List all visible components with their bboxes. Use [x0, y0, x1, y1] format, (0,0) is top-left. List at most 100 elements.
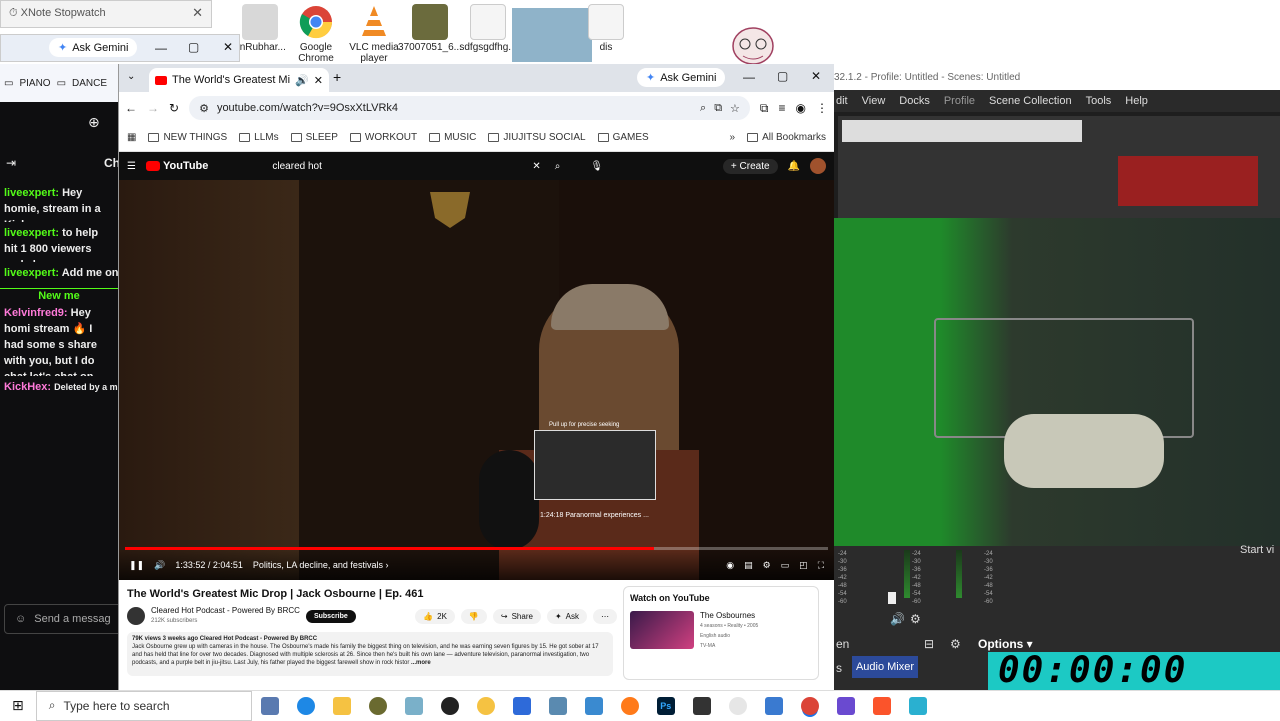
menu-icon[interactable]: ⋮ — [816, 101, 828, 115]
create-button[interactable]: + Create — [722, 158, 778, 174]
settings-icon[interactable]: ⚙ — [910, 612, 921, 626]
captions-icon[interactable]: ▤ — [744, 560, 753, 571]
theater-mode-icon[interactable]: ▭ — [781, 560, 790, 571]
desktop-icon-doc[interactable]: sdfgsgdfhg... — [456, 4, 520, 53]
menu-help[interactable]: Help — [1125, 95, 1148, 107]
clear-search-icon[interactable]: ✕ — [532, 161, 540, 172]
chat-username[interactable]: liveexpert: — [4, 267, 59, 279]
globe-icon[interactable]: ⊕ — [88, 114, 100, 131]
chat-username[interactable]: Kelvinfred9: — [4, 307, 68, 319]
miniplayer-icon[interactable]: ◰ — [799, 560, 808, 571]
calculator-icon[interactable] — [260, 696, 279, 715]
taskbar-search-box[interactable]: ⌕ Type here to search — [35, 690, 252, 721]
menu-view[interactable]: View — [862, 95, 886, 107]
zoom-icon[interactable]: ⌕ — [700, 102, 706, 115]
watch-on-youtube-card[interactable]: Watch on YouTube The Osbournes 4 seasons… — [623, 586, 819, 680]
profile-icon[interactable]: ◉ — [796, 101, 806, 115]
app-icon[interactable] — [836, 696, 855, 715]
desktop-icon-chrome[interactable]: Google Chrome — [284, 4, 348, 64]
collapse-chat-icon[interactable]: ⇥ — [6, 156, 16, 170]
youtube-search-input[interactable]: cleared hot ✕ ⌕ — [266, 156, 566, 176]
menu-tools[interactable]: Tools — [1086, 95, 1112, 107]
audio-mixer-tab[interactable]: Audio Mixer — [852, 656, 918, 678]
close-icon[interactable]: ✕ — [192, 5, 203, 21]
desktop-icon-vlc[interactable]: VLC media player — [342, 4, 406, 64]
close-tab-icon[interactable]: ✕ — [314, 74, 323, 87]
menu-docks[interactable]: Docks — [899, 95, 930, 107]
audio-playing-icon[interactable]: 🔊 — [295, 74, 309, 87]
forward-icon[interactable]: → — [147, 101, 159, 115]
back-icon[interactable]: ← — [125, 101, 137, 115]
volume-icon[interactable]: 🔊 — [154, 560, 165, 571]
bookmark-star-icon[interactable]: ☆ — [730, 102, 740, 115]
emote-icon[interactable]: ☺ — [15, 613, 26, 625]
show-more-link[interactable]: ...more — [411, 660, 431, 666]
bookmark-games[interactable]: GAMES — [597, 132, 649, 143]
bulb-icon[interactable] — [476, 696, 495, 715]
chrome-taskbar-icon[interactable] — [800, 696, 819, 715]
app-icon[interactable] — [368, 696, 387, 715]
settings-icon[interactable]: ⚙ — [763, 560, 771, 571]
app-icon[interactable] — [764, 696, 783, 715]
avatar[interactable] — [810, 158, 826, 174]
ask-gemini-button[interactable]: ✦ Ask Gemini — [637, 68, 726, 87]
description-box[interactable]: 79K views 3 weeks ago Cleared Hot Podcas… — [127, 632, 613, 676]
extensions-icon[interactable]: ⧉ — [760, 101, 769, 116]
obs-icon[interactable] — [440, 696, 459, 715]
all-bookmarks[interactable]: All Bookmarks — [747, 132, 826, 143]
edge-icon[interactable] — [296, 696, 315, 715]
autoplay-toggle-icon[interactable]: ◉ — [726, 560, 734, 571]
like-button[interactable]: 👍 2K — [415, 608, 455, 624]
address-bar[interactable]: ⚙ youtube.com/watch?v=9OsxXtLVRk4 ⌕ ⧉ ☆ — [189, 96, 750, 120]
tab-youtube[interactable]: The World's Greatest Mic D 🔊 ✕ — [149, 68, 329, 92]
bookmark-sleep[interactable]: SLEEP — [290, 132, 338, 143]
photoshop-icon[interactable]: Ps — [656, 696, 675, 715]
new-tab-icon[interactable]: + — [333, 69, 341, 85]
app-icon[interactable] — [584, 696, 603, 715]
bookmark-workout[interactable]: WORKOUT — [349, 132, 417, 143]
bookmark-piano[interactable]: PIANO — [19, 78, 50, 89]
close-icon[interactable]: ✕ — [811, 69, 821, 83]
ask-gemini-button[interactable]: ✦ Ask Gemini — [49, 38, 138, 57]
media-icon[interactable]: ≡ — [779, 101, 786, 115]
maximize-icon[interactable]: ▢ — [777, 69, 788, 83]
document-icon[interactable] — [512, 696, 531, 715]
subscribe-button[interactable]: Subscribe — [305, 609, 356, 623]
menu-edit[interactable]: dit — [836, 95, 848, 107]
volume-icon[interactable]: 🔊 — [890, 612, 905, 626]
bookmark-llms[interactable]: LLMs — [239, 132, 279, 143]
firefox-icon[interactable] — [620, 696, 639, 715]
notifications-bell-icon[interactable]: 🔔 — [788, 161, 800, 172]
chat-username[interactable]: liveexpert: — [4, 227, 59, 239]
grid-icon[interactable]: ⊟ — [924, 637, 934, 651]
chat-send-input[interactable]: ☺ Send a messag — [4, 604, 118, 634]
maximize-icon[interactable]: ▢ — [188, 40, 199, 54]
menu-scene-collection[interactable]: Scene Collection — [989, 95, 1072, 107]
bookmark-new-things[interactable]: NEW THINGS — [148, 132, 227, 143]
dislike-button[interactable]: 👎 — [460, 608, 487, 624]
minimize-icon[interactable]: — — [743, 70, 755, 84]
microphone-icon[interactable]: 🎙 — [590, 161, 603, 172]
video-player[interactable]: Pull up for precise seeking 1:24:18 Para… — [119, 180, 834, 580]
fullscreen-icon[interactable]: ⛶ — [818, 560, 824, 571]
chat-username[interactable]: liveexpert: — [4, 187, 59, 199]
reload-icon[interactable]: ↻ — [169, 101, 179, 115]
gear-icon[interactable]: ⚙ — [950, 637, 961, 651]
app-icon[interactable] — [548, 696, 567, 715]
minimize-icon[interactable]: — — [155, 41, 167, 55]
background-window-titlebar[interactable]: ✦ Ask Gemini — ▢ ✕ — [0, 34, 240, 62]
tab-search-icon[interactable]: ⌄ — [127, 71, 135, 82]
close-icon[interactable]: ✕ — [223, 40, 233, 54]
app-icon[interactable] — [908, 696, 927, 715]
file-explorer-icon[interactable] — [332, 696, 351, 715]
search-icon[interactable]: ⌕ — [555, 161, 561, 172]
options-dropdown[interactable]: Options ▾ — [978, 637, 1033, 651]
brave-icon[interactable] — [872, 696, 891, 715]
volume-slider-handle[interactable] — [888, 592, 896, 604]
pause-icon[interactable]: ❚❚ — [129, 560, 144, 571]
channel-avatar[interactable] — [127, 607, 145, 625]
share-button[interactable]: ↪ Share — [492, 608, 541, 624]
channel-name[interactable]: Cleared Hot Podcast - Powered By BRCC — [151, 606, 300, 616]
davinci-icon[interactable] — [692, 696, 711, 715]
ask-button[interactable]: ✦ Ask — [546, 608, 587, 624]
